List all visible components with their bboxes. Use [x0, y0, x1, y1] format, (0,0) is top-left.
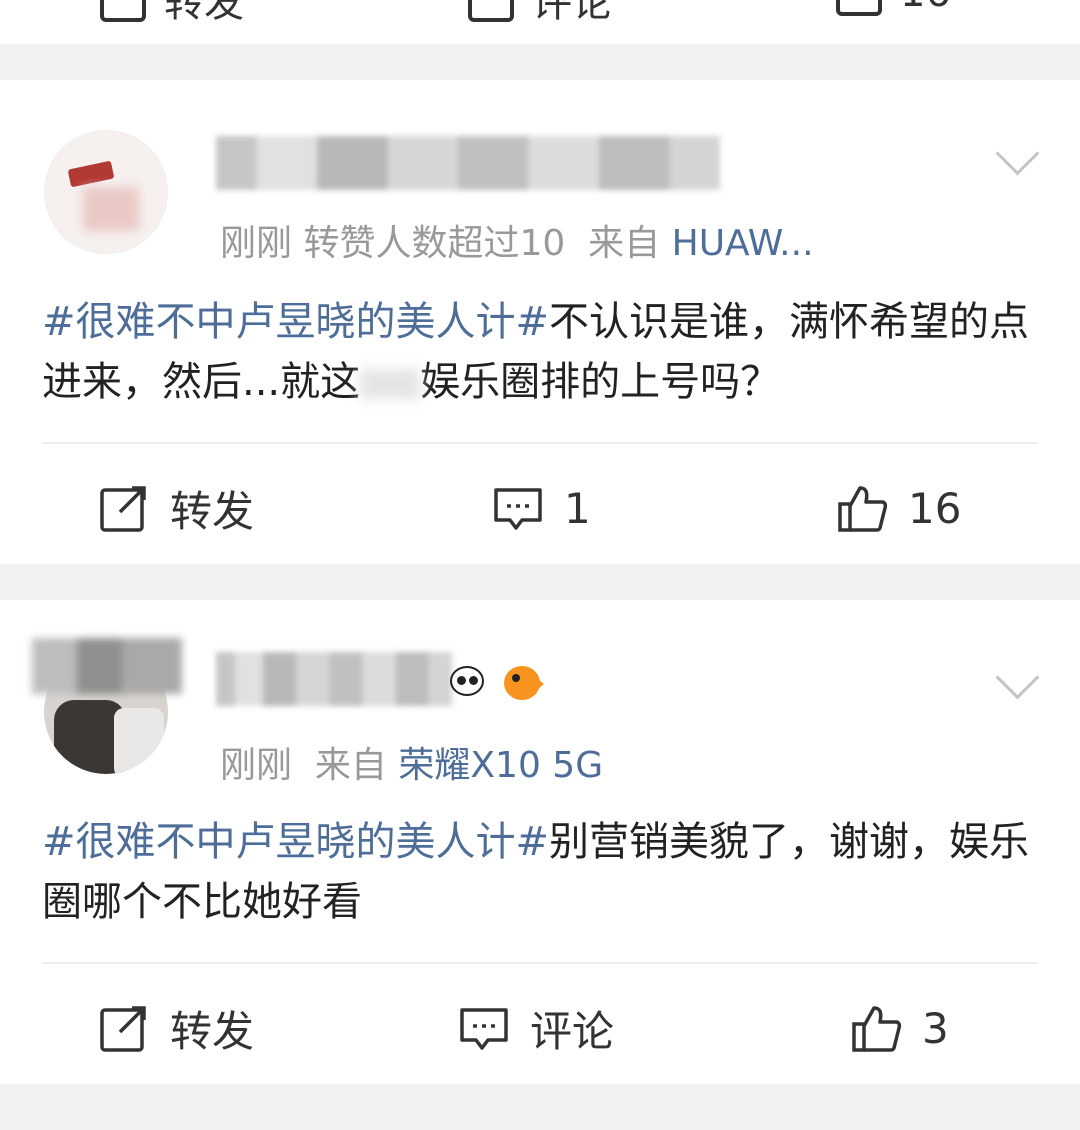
- like-icon: [836, 0, 882, 16]
- post-from: 来自: [314, 745, 387, 786]
- avatar-redacted: [32, 638, 182, 694]
- post-device[interactable]: 荣耀X10 5G: [398, 745, 603, 786]
- repost-button[interactable]: 转发: [100, 0, 244, 28]
- avatar[interactable]: [44, 130, 168, 254]
- chevron-down-icon[interactable]: [995, 655, 1040, 700]
- fish-icon: [498, 662, 544, 704]
- hashtag-link[interactable]: #很难不中卢昱晓的美人计#: [42, 819, 549, 865]
- post-actions: 转发 评论 3: [0, 998, 1080, 1058]
- avatar-image-detail: [67, 160, 115, 188]
- redacted-text: [360, 369, 421, 399]
- post-meta: 刚刚 转赞人数超过10 来自 HUAW...: [220, 214, 814, 266]
- like-button[interactable]: 16: [836, 0, 951, 16]
- repost-button[interactable]: 转发: [98, 478, 254, 538]
- username-redacted[interactable]: [216, 652, 452, 706]
- hashtag-link[interactable]: #很难不中卢昱晓的美人计#: [42, 299, 549, 345]
- post-time: 刚刚: [220, 745, 293, 786]
- post-device[interactable]: HUAW...: [672, 223, 814, 264]
- post-time: 刚刚: [220, 223, 293, 264]
- avatar-image-detail: [114, 708, 164, 774]
- repost-label: 转发: [170, 1006, 255, 1056]
- repost-button[interactable]: 转发: [98, 998, 254, 1058]
- comment-button[interactable]: 评论: [468, 0, 612, 28]
- comment-label: 评论: [530, 1006, 615, 1056]
- repost-icon: [100, 1006, 146, 1052]
- chevron-down-icon[interactable]: [995, 131, 1040, 176]
- like-count: 3: [922, 1003, 949, 1053]
- repost-label: 转发: [170, 486, 255, 536]
- comment-button[interactable]: 1: [492, 478, 591, 538]
- repost-icon: [100, 486, 146, 532]
- avatar-image-blur: [83, 187, 139, 231]
- panda-icon: [448, 662, 486, 696]
- post-meta: 刚刚 来自 荣耀X10 5G: [220, 736, 603, 788]
- like-count: 16: [908, 483, 962, 533]
- post-text: #很难不中卢昱晓的美人计#不认识是谁，满怀希望的点进来，然后...就这 娱乐圈排的…: [42, 292, 1042, 412]
- username-redacted[interactable]: [216, 136, 720, 190]
- previous-post-actions: 转发 评论 16: [0, 0, 1080, 44]
- like-count: 16: [900, 0, 951, 16]
- post-from: 来自: [588, 223, 661, 264]
- divider: [42, 962, 1038, 964]
- repost-icon: [100, 0, 146, 22]
- comment-label: 评论: [532, 0, 612, 26]
- comment-count: 1: [564, 483, 591, 533]
- repost-label: 转发: [164, 0, 244, 26]
- like-button[interactable]: 3: [850, 998, 949, 1058]
- post-card: 刚刚 来自 荣耀X10 5G #很难不中卢昱晓的美人计#别营销美貌了，谢谢，娱乐…: [0, 600, 1080, 1084]
- divider: [42, 442, 1038, 444]
- comment-button[interactable]: 评论: [458, 998, 614, 1058]
- post-body-part2: 娱乐圈排的上号吗？: [420, 359, 781, 405]
- post-actions: 转发 1 16: [0, 478, 1080, 538]
- post-card: 刚刚 转赞人数超过10 来自 HUAW... #很难不中卢昱晓的美人计#不认识是…: [0, 80, 1080, 564]
- like-button[interactable]: 16: [836, 478, 961, 538]
- comment-icon: [468, 0, 514, 22]
- post-text: #很难不中卢昱晓的美人计#别营销美貌了，谢谢，娱乐圈哪个不比她好看: [42, 812, 1042, 932]
- comment-icon: [494, 488, 542, 530]
- thumbs-up-icon: [852, 1006, 902, 1052]
- post-info: 转赞人数超过10: [303, 223, 566, 264]
- comment-icon: [460, 1008, 508, 1050]
- thumbs-up-icon: [838, 486, 888, 532]
